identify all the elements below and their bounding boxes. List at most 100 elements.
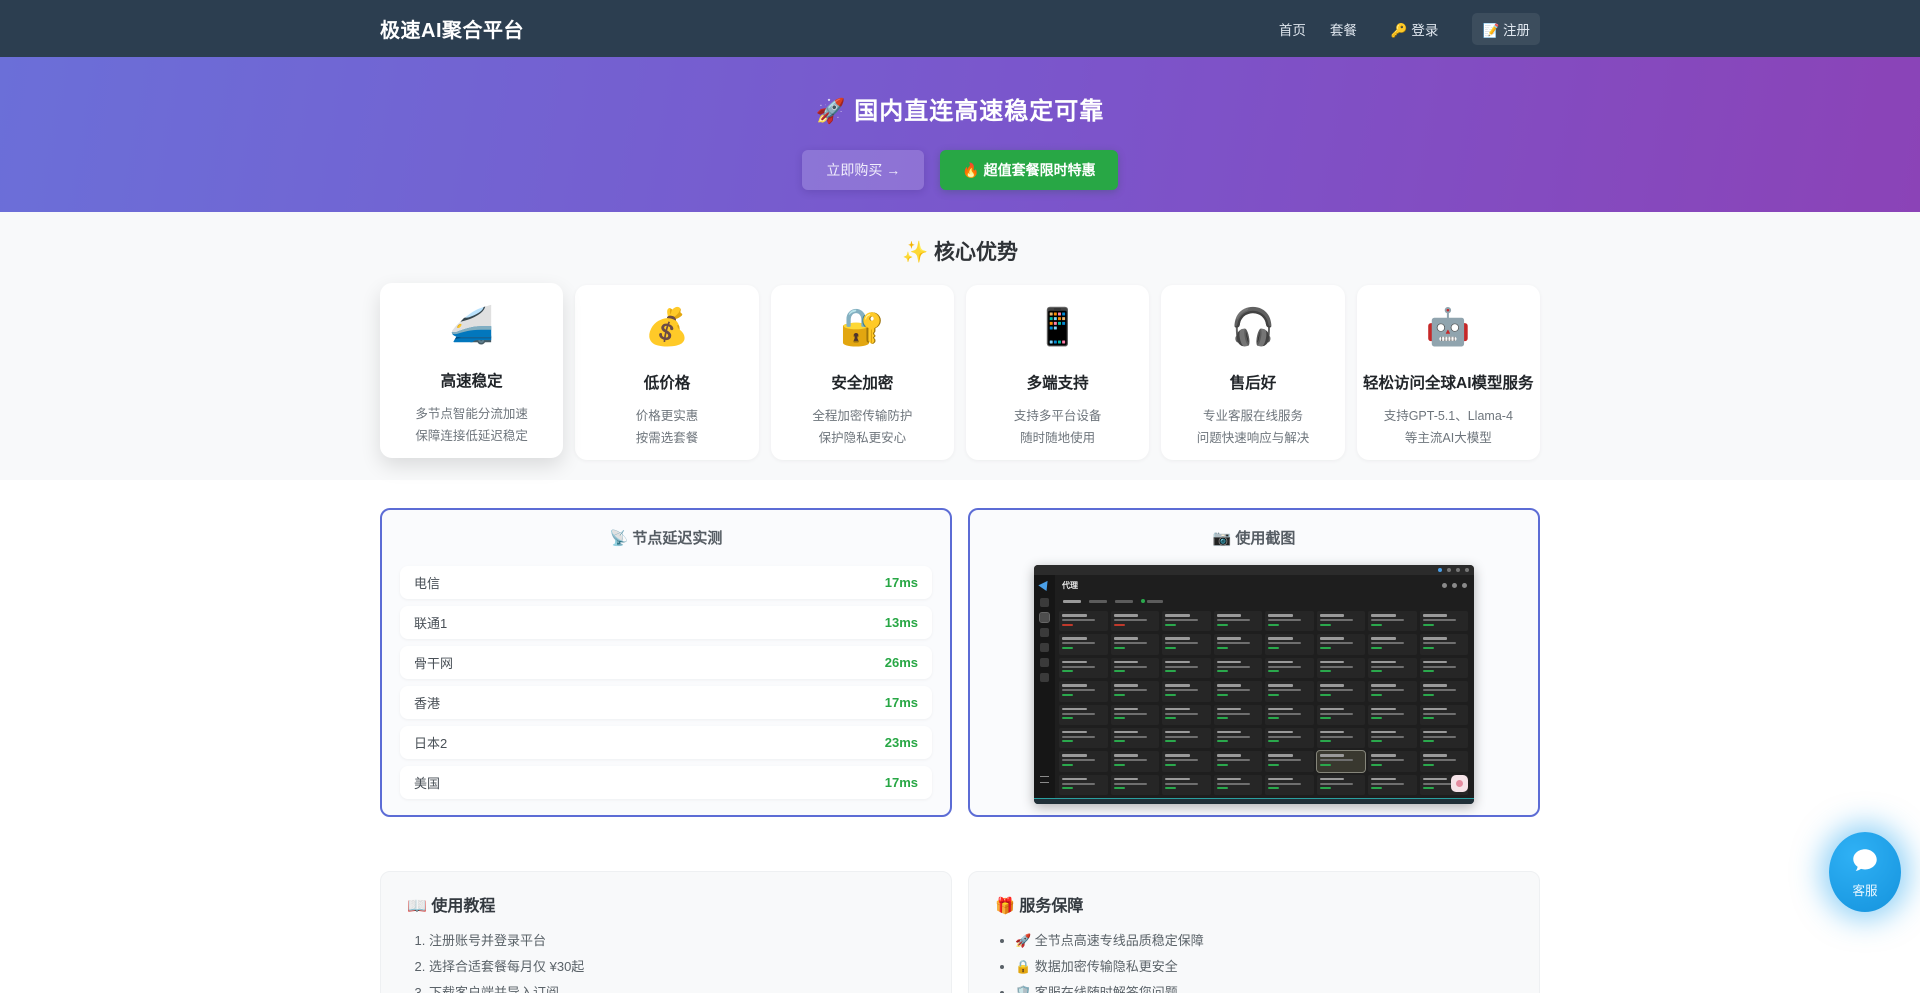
- app-proxy-card: [1368, 658, 1417, 678]
- app-proxy-card: [1368, 611, 1417, 631]
- app-proxy-card: [1059, 775, 1108, 795]
- feature-card-desc: 多节点智能分流加速 保障连接低延迟稳定: [380, 404, 563, 447]
- feature-card-title: 低价格: [575, 371, 758, 393]
- app-titlebar: [1034, 565, 1474, 575]
- app-proxy-card: [1162, 728, 1211, 748]
- app-minimize-icon: [1447, 568, 1451, 572]
- app-proxy-card: [1317, 611, 1366, 631]
- feature-card: 📱 多端支持 支持多平台设备 随时随地使用: [966, 285, 1149, 460]
- app-screenshot-image: 代理: [1034, 565, 1474, 804]
- app-proxy-card: [1265, 634, 1314, 654]
- feature-card: 🤖 轻松访问全球AI模型服务 支持GPT-5.1、Llama-4 等主流AI大模…: [1357, 285, 1540, 460]
- feature-desc-line: 等主流AI大模型: [1367, 428, 1530, 450]
- feature-cards: 🚄 高速稳定 多节点智能分流加速 保障连接低延迟稳定 💰 低价格 价格更实惠 按…: [380, 285, 1540, 460]
- app-proxy-card: [1162, 611, 1211, 631]
- node-name: 骨干网: [414, 653, 453, 672]
- buy-now-button[interactable]: 立即购买 →: [802, 150, 924, 190]
- hero-section: 🚀 国内直连高速稳定可靠 立即购买 → 🔥 超值套餐限时特惠: [0, 57, 1920, 212]
- customer-service-button[interactable]: 客服: [1829, 832, 1901, 912]
- node-name: 美国: [414, 773, 440, 792]
- app-proxy-card: [1265, 658, 1314, 678]
- app-logo-icon: [1038, 578, 1051, 591]
- chat-icon: [1850, 846, 1880, 876]
- app-proxy-card: [1214, 775, 1263, 795]
- feature-card: 💰 低价格 价格更实惠 按需选套餐: [575, 285, 758, 460]
- app-proxy-card: [1214, 611, 1263, 631]
- feature-card-desc: 专业客服在线服务 问题快速响应与解决: [1161, 406, 1344, 449]
- latency-row: 骨干网 26ms: [400, 646, 932, 679]
- feature-desc-line: 随时随地使用: [976, 428, 1139, 450]
- feature-card: 🚄 高速稳定 多节点智能分流加速 保障连接低延迟稳定: [380, 283, 563, 458]
- node-name: 联通1: [414, 613, 447, 632]
- feature-desc-line: 支持多平台设备: [976, 406, 1139, 428]
- app-proxy-card: [1420, 705, 1469, 725]
- speed-icon: 🚄: [380, 303, 563, 347]
- tutorial-step: 注册账号并登录平台: [429, 932, 925, 949]
- app-statusbar: [1034, 798, 1474, 804]
- app-proxy-card: [1059, 634, 1108, 654]
- feature-desc-line: 保障连接低延迟稳定: [390, 426, 553, 448]
- app-proxy-card: [1420, 728, 1469, 748]
- app-proxy-card: [1368, 634, 1417, 654]
- tutorial-title: 📖 使用教程: [407, 892, 925, 916]
- app-proxy-card: [1368, 705, 1417, 725]
- nav-link-home[interactable]: 首页: [1279, 19, 1306, 39]
- feature-card-desc: 全程加密传输防护 保护隐私更安心: [771, 406, 954, 449]
- app-proxy-card: [1317, 728, 1366, 748]
- app-sidebar-icon: [1040, 673, 1049, 682]
- latency-value: 26ms: [885, 655, 918, 670]
- tutorial-steps: 注册账号并登录平台 选择合适套餐每月仅 ¥30起 下载客户端并导入订阅 选择节点…: [429, 932, 925, 993]
- nav-links: 首页 套餐 🔑 登录 📝 注册: [1279, 13, 1540, 45]
- latency-panel: 📡 节点延迟实测 电信 17ms 联通1 13ms 骨干网 26ms 香港 17…: [380, 508, 952, 817]
- app-proxy-card: [1162, 705, 1211, 725]
- tutorial-step: 下载客户端并导入订阅: [429, 984, 925, 993]
- app-proxy-card: [1317, 681, 1366, 701]
- app-proxy-card: [1317, 705, 1366, 725]
- latency-row: 美国 17ms: [400, 766, 932, 799]
- guarantee-card: 🎁 服务保障 🚀 全节点高速专线品质稳定保障 🔒 数据加密传输隐私更安全 🛡️ …: [968, 871, 1540, 993]
- app-sidebar-icon: [1040, 658, 1049, 667]
- app-proxy-card: [1059, 705, 1108, 725]
- latency-row: 联通1 13ms: [400, 606, 932, 639]
- app-proxy-card: [1162, 634, 1211, 654]
- feature-card-title: 轻松访问全球AI模型服务: [1357, 371, 1540, 393]
- view-plans-button[interactable]: 🔥 超值套餐限时特惠: [940, 150, 1117, 190]
- app-proxy-card: [1162, 775, 1211, 795]
- app-proxy-card: [1317, 775, 1366, 795]
- latency-row: 电信 17ms: [400, 566, 932, 599]
- app-proxy-card: [1162, 751, 1211, 771]
- app-proxy-card: [1420, 751, 1469, 771]
- app-fab-button: [1451, 775, 1468, 792]
- chat-label: 客服: [1852, 880, 1877, 899]
- app-proxy-card: [1214, 705, 1263, 725]
- app-sidebar: [1034, 575, 1055, 799]
- features-heading: ✨ 核心优势: [380, 240, 1540, 266]
- node-name: 香港: [414, 693, 440, 712]
- feature-desc-line: 全程加密传输防护: [781, 406, 944, 428]
- nav-link-plans[interactable]: 套餐: [1330, 19, 1357, 39]
- guarantee-item: 🚀 全节点高速专线品质稳定保障: [1015, 932, 1513, 949]
- feature-card-desc: 支持多平台设备 随时随地使用: [966, 406, 1149, 449]
- app-sidebar-icon: [1040, 643, 1049, 652]
- app-tabs: [1055, 595, 1474, 607]
- app-header-icons: [1442, 583, 1467, 588]
- app-proxy-card: [1059, 658, 1108, 678]
- nav-link-register[interactable]: 📝 注册: [1472, 13, 1540, 45]
- app-proxy-card: [1059, 611, 1108, 631]
- app-maximize-icon: [1456, 568, 1460, 572]
- latency-list: 电信 17ms 联通1 13ms 骨干网 26ms 香港 17ms 日本2: [400, 566, 932, 799]
- node-name: 电信: [414, 573, 440, 592]
- app-proxy-card: [1111, 611, 1160, 631]
- devices-icon: 📱: [966, 305, 1149, 349]
- guarantee-items: 🚀 全节点高速专线品质稳定保障 🔒 数据加密传输隐私更安全 🛡️ 客服在线随时解…: [1015, 932, 1513, 993]
- feature-desc-line: 多节点智能分流加速: [390, 404, 553, 426]
- app-proxy-card: [1214, 728, 1263, 748]
- support-icon: 🎧: [1161, 305, 1344, 349]
- guarantee-item: 🔒 数据加密传输隐私更安全: [1015, 958, 1513, 975]
- app-proxy-card: [1317, 634, 1366, 654]
- app-proxy-card: [1111, 728, 1160, 748]
- feature-desc-line: 价格更实惠: [585, 406, 748, 428]
- nav-link-login[interactable]: 🔑 登录: [1381, 13, 1449, 45]
- app-proxy-card: [1368, 751, 1417, 771]
- latency-row: 香港 17ms: [400, 686, 932, 719]
